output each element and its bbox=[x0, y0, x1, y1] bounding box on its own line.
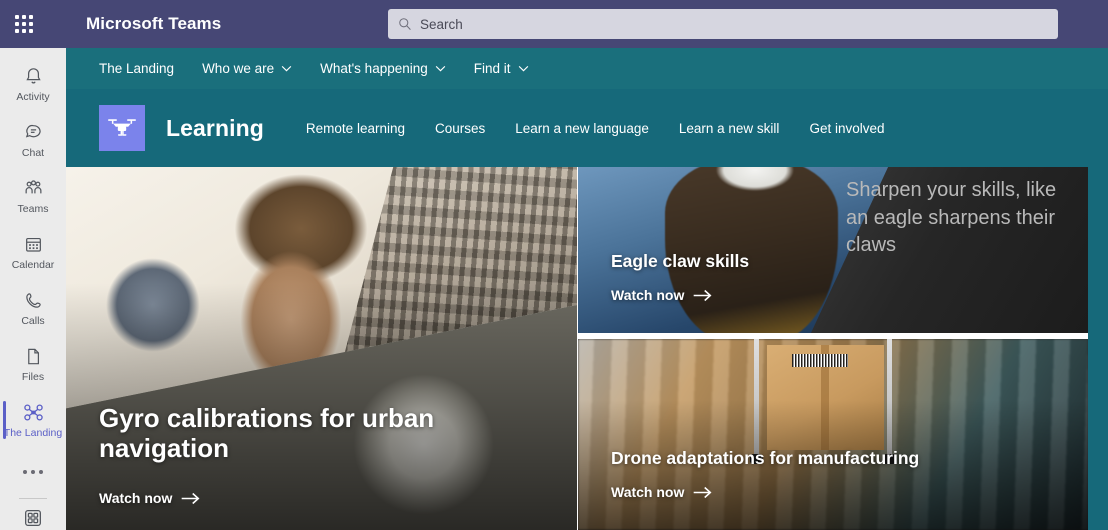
sidebar-item-chat[interactable]: Chat bbox=[0, 112, 66, 168]
ellipsis-icon bbox=[23, 470, 27, 474]
sidebar-item-teams[interactable]: Teams bbox=[0, 168, 66, 224]
apps-store-icon bbox=[25, 510, 41, 526]
people-icon bbox=[22, 178, 45, 200]
drone-icon bbox=[22, 402, 45, 424]
sitenav-label: The Landing bbox=[99, 61, 175, 76]
app-title: Microsoft Teams bbox=[86, 14, 222, 33]
left-rail: Activity Chat Teams Calendar Calls Files… bbox=[0, 48, 66, 530]
top-bar: Microsoft Teams Search bbox=[0, 0, 1108, 48]
sidebar-item-files[interactable]: Files bbox=[0, 336, 66, 392]
card-title: Gyro calibrations for urban navigation bbox=[99, 402, 435, 464]
sidebar-item-label: The Landing bbox=[3, 426, 63, 439]
phone-icon bbox=[23, 290, 44, 312]
sidebar-item-label: Teams bbox=[17, 202, 49, 215]
watch-now-button[interactable]: Watch now bbox=[611, 287, 712, 303]
watch-now-label: Watch now bbox=[99, 490, 173, 506]
sitenav-item-whats-happening[interactable]: What's happening bbox=[320, 61, 446, 76]
drone-icon bbox=[108, 119, 136, 136]
site-link-learn-a-new-skill[interactable]: Learn a new skill bbox=[679, 121, 780, 136]
chevron-down-icon bbox=[518, 65, 528, 72]
sitenav-label: What's happening bbox=[320, 61, 428, 76]
hero-card-grid: Gyro calibrations for urban navigation W… bbox=[66, 167, 1108, 530]
bell-icon bbox=[23, 66, 44, 88]
card-background-eagle bbox=[664, 167, 839, 333]
more-apps-button[interactable] bbox=[0, 452, 66, 492]
teams-app-window: Microsoft Teams Search Activity Chat Tea… bbox=[0, 0, 1108, 530]
sidebar-item-label: Calls bbox=[21, 314, 45, 327]
site-logo[interactable] bbox=[99, 105, 145, 151]
apps-store-button[interactable] bbox=[0, 507, 66, 529]
chevron-down-icon bbox=[281, 65, 292, 72]
sharepoint-site: The Landing Who we are What's happening … bbox=[66, 48, 1108, 530]
sidebar-item-label: Files bbox=[21, 370, 45, 383]
site-link-learn-a-new-language[interactable]: Learn a new language bbox=[515, 121, 649, 136]
sidebar-item-calendar[interactable]: Calendar bbox=[0, 224, 66, 280]
card-quote: Sharpen your skills, like an eagle sharp… bbox=[846, 179, 1057, 257]
site-navigation: The Landing Who we are What's happening … bbox=[66, 48, 1108, 89]
chat-bubble-icon bbox=[23, 122, 44, 144]
rail-divider bbox=[19, 498, 47, 499]
site-link-remote-learning[interactable]: Remote learning bbox=[306, 121, 405, 136]
sidebar-item-the-landing[interactable]: The Landing bbox=[0, 392, 66, 448]
watch-now-button[interactable]: Watch now bbox=[611, 484, 712, 500]
watch-now-label: Watch now bbox=[611, 484, 685, 500]
card-gyro-calibrations[interactable]: Gyro calibrations for urban navigation W… bbox=[66, 167, 577, 530]
search-placeholder: Search bbox=[420, 16, 463, 32]
app-launcher-button[interactable] bbox=[0, 0, 48, 48]
site-right-margin bbox=[1088, 167, 1108, 530]
search-input[interactable]: Search bbox=[388, 9, 1058, 39]
arrow-right-icon bbox=[182, 492, 200, 504]
sidebar-item-calls[interactable]: Calls bbox=[0, 280, 66, 336]
site-header: Learning Remote learning Courses Learn a… bbox=[66, 89, 1108, 167]
calendar-icon bbox=[23, 234, 44, 256]
document-icon bbox=[23, 346, 44, 368]
card-content: Eagle claw skills Watch now bbox=[578, 251, 1088, 305]
watch-now-button[interactable]: Watch now bbox=[99, 490, 200, 506]
chevron-down-icon bbox=[435, 65, 446, 72]
arrow-right-icon bbox=[694, 486, 712, 498]
watch-now-label: Watch now bbox=[611, 287, 685, 303]
card-content: Drone adaptations for manufacturing Watc… bbox=[578, 448, 1088, 502]
site-link-list: Remote learning Courses Learn a new lang… bbox=[306, 121, 885, 136]
sitenav-item-the-landing[interactable]: The Landing bbox=[99, 61, 174, 76]
sidebar-item-activity[interactable]: Activity bbox=[0, 56, 66, 112]
app-launcher-grid-icon bbox=[15, 15, 33, 33]
card-content: Gyro calibrations for urban navigation W… bbox=[66, 403, 577, 508]
card-eagle-claw-skills[interactable]: Sharpen your skills, like an eagle sharp… bbox=[578, 167, 1088, 333]
card-drone-adaptations[interactable]: Drone adaptations for manufacturing Watc… bbox=[578, 339, 1088, 530]
sitenav-item-who-we-are[interactable]: Who we are bbox=[202, 61, 292, 76]
search-icon bbox=[399, 18, 411, 30]
sidebar-item-label: Calendar bbox=[11, 258, 55, 271]
arrow-right-icon bbox=[694, 289, 712, 301]
sitenav-item-find-it[interactable]: Find it bbox=[474, 61, 529, 76]
sitenav-label: Find it bbox=[473, 61, 511, 76]
site-title: Learning bbox=[166, 114, 264, 141]
sidebar-item-label: Activity bbox=[16, 90, 50, 103]
site-link-get-involved[interactable]: Get involved bbox=[809, 121, 884, 136]
card-title: Eagle claw skills bbox=[611, 251, 750, 271]
site-link-courses[interactable]: Courses bbox=[435, 121, 485, 136]
sitenav-label: Who we are bbox=[202, 61, 275, 76]
card-title: Drone adaptations for manufacturing bbox=[611, 448, 920, 468]
sidebar-item-label: Chat bbox=[21, 146, 45, 159]
